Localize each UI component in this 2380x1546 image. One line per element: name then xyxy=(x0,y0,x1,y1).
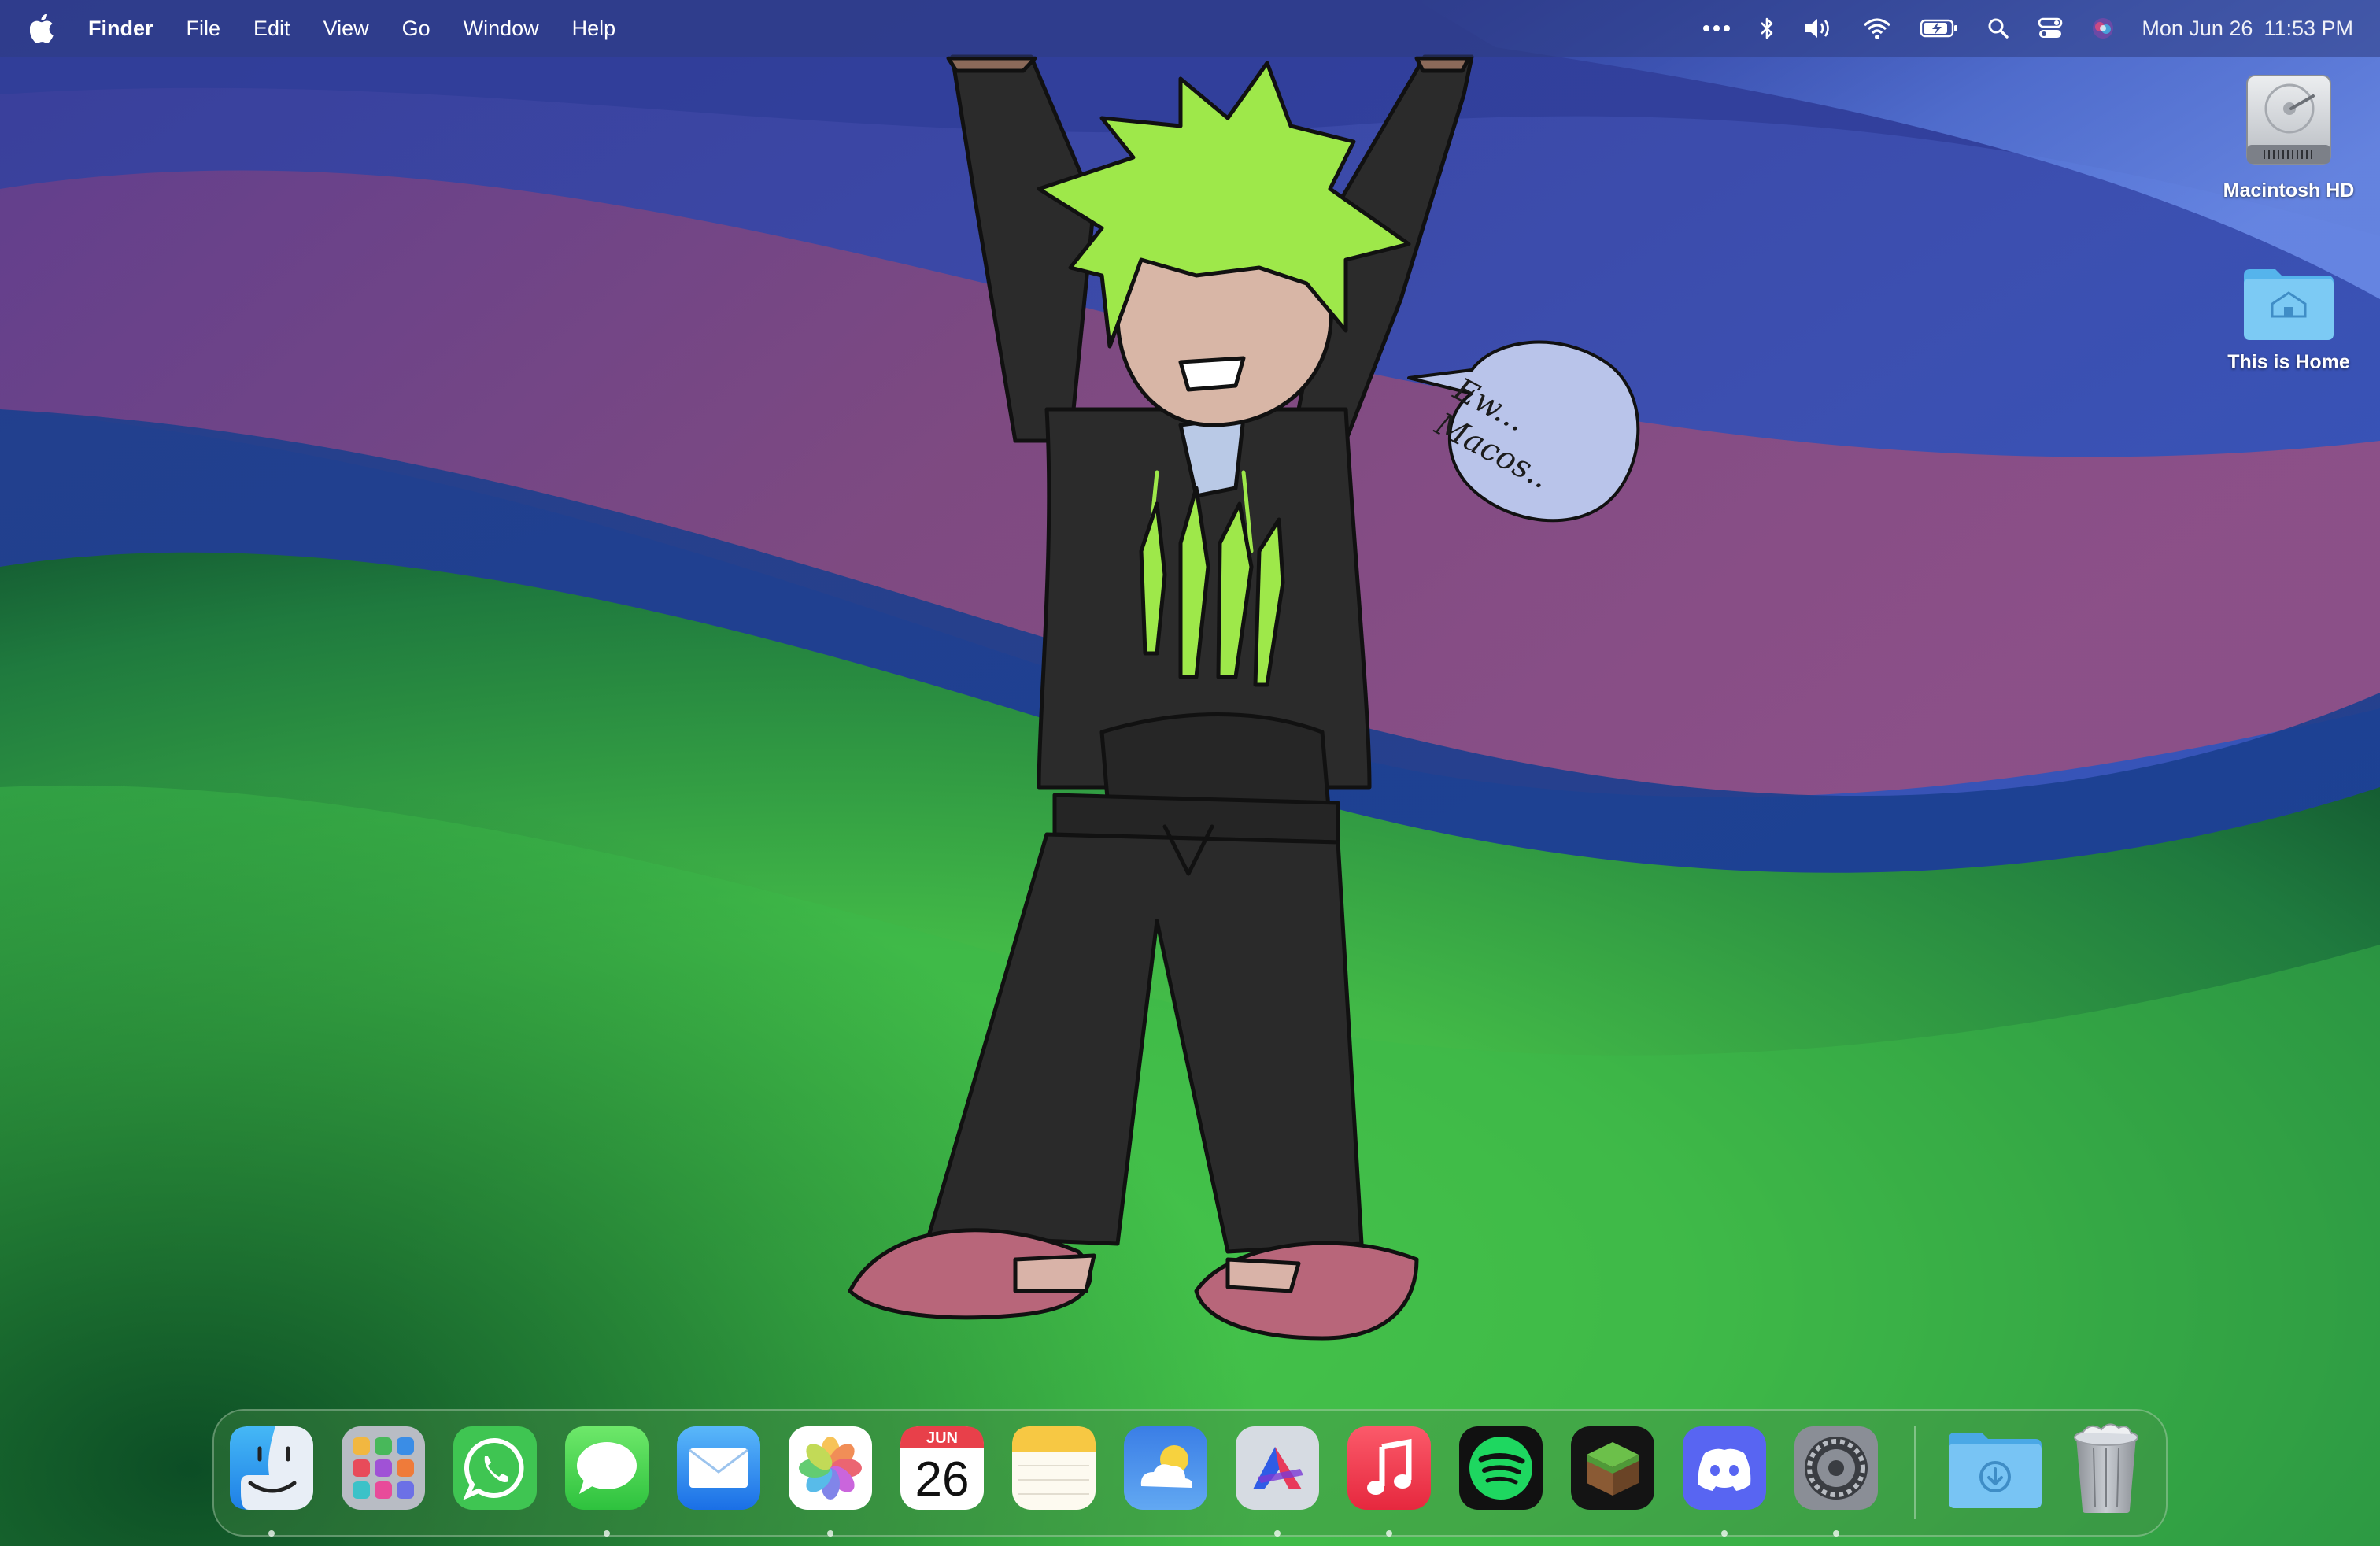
calendar-day: 26 xyxy=(915,1452,970,1507)
dock-trash[interactable] xyxy=(2067,1417,2145,1515)
dock-weather[interactable] xyxy=(1122,1425,1209,1511)
running-indicator-photos xyxy=(827,1530,833,1537)
calendar-month: JUN xyxy=(926,1429,958,1447)
dock-minecraft[interactable] xyxy=(1569,1425,1656,1511)
trash-icon xyxy=(2074,1423,2138,1513)
volume-icon[interactable] xyxy=(1803,13,1835,44)
running-indicator-discord xyxy=(1721,1530,1728,1537)
battery-charging-icon[interactable] xyxy=(1920,13,1959,44)
dock-downloads-stack[interactable] xyxy=(1946,1425,2045,1511)
dock-spotify[interactable] xyxy=(1458,1425,1544,1511)
dock-notes[interactable] xyxy=(1011,1425,1097,1511)
running-indicator-messages xyxy=(604,1530,610,1537)
hard-drive-icon xyxy=(2246,75,2331,165)
desktop-icon-macintosh-hd[interactable]: Macintosh HD xyxy=(2202,72,2375,202)
spotify-icon xyxy=(1459,1426,1543,1510)
running-indicator-finder xyxy=(268,1530,275,1537)
menu-window[interactable]: Window xyxy=(464,17,539,41)
music-icon xyxy=(1347,1426,1431,1510)
control-center-icon[interactable] xyxy=(2038,13,2063,44)
menu-clock[interactable]: Mon Jun 26 11:53 PM xyxy=(2142,17,2353,41)
messages-icon xyxy=(565,1426,649,1510)
minecraft-icon xyxy=(1571,1426,1654,1510)
dock-photos[interactable] xyxy=(787,1425,874,1511)
menu-view[interactable]: View xyxy=(323,17,369,41)
dock-finder[interactable] xyxy=(228,1425,315,1511)
character-illustration xyxy=(848,54,1640,1341)
menu-edit[interactable]: Edit xyxy=(253,17,290,41)
menu-help[interactable]: Help xyxy=(572,17,616,41)
whatsapp-icon xyxy=(453,1426,537,1510)
running-indicator-music xyxy=(1386,1530,1392,1537)
dock-discord[interactable] xyxy=(1681,1425,1768,1511)
weather-icon xyxy=(1124,1426,1207,1510)
siri-icon[interactable] xyxy=(2091,13,2115,44)
menu-file[interactable]: File xyxy=(187,17,221,41)
notes-icon xyxy=(1012,1426,1096,1510)
downloads-folder-icon xyxy=(1949,1433,2042,1508)
dock-system-settings[interactable] xyxy=(1793,1425,1879,1511)
dock-calendar[interactable]: JUN 26 xyxy=(899,1425,985,1511)
running-indicator-affinity xyxy=(1274,1530,1281,1537)
photos-icon xyxy=(789,1426,872,1510)
clock-date: Mon Jun 26 xyxy=(2142,16,2253,40)
desktop-icon-this-is-home[interactable]: This is Home xyxy=(2202,260,2375,374)
dock-messages[interactable] xyxy=(564,1425,650,1511)
affinity-icon xyxy=(1236,1426,1319,1510)
dock-launchpad[interactable] xyxy=(340,1425,427,1511)
bluetooth-icon[interactable] xyxy=(1759,13,1775,44)
spotlight-search-icon[interactable] xyxy=(1987,13,2009,44)
wifi-icon[interactable] xyxy=(1863,13,1891,44)
menu-app-name[interactable]: Finder xyxy=(88,17,153,41)
apple-logo-icon[interactable] xyxy=(30,13,57,44)
dock-music[interactable] xyxy=(1346,1425,1432,1511)
discord-icon xyxy=(1683,1426,1766,1510)
menu-bar: Finder File Edit View Go Window Help Mon… xyxy=(0,0,2380,57)
desktop-icon-label: Macintosh HD xyxy=(2223,179,2355,202)
clock-time: 11:53 PM xyxy=(2264,16,2353,40)
more-icon[interactable] xyxy=(1702,13,1731,44)
settings-gear-icon xyxy=(1794,1426,1878,1510)
dock-affinity[interactable] xyxy=(1234,1425,1321,1511)
home-folder-icon xyxy=(2244,269,2334,340)
launchpad-icon xyxy=(342,1426,425,1510)
dock-divider xyxy=(1914,1426,1916,1519)
dock-mail[interactable] xyxy=(675,1425,762,1511)
menu-go[interactable]: Go xyxy=(402,17,431,41)
dock-whatsapp[interactable] xyxy=(452,1425,538,1511)
running-indicator-system-settings xyxy=(1833,1530,1839,1537)
finder-icon xyxy=(230,1426,313,1510)
mail-icon xyxy=(677,1426,760,1510)
desktop-icon-label: This is Home xyxy=(2227,351,2350,373)
